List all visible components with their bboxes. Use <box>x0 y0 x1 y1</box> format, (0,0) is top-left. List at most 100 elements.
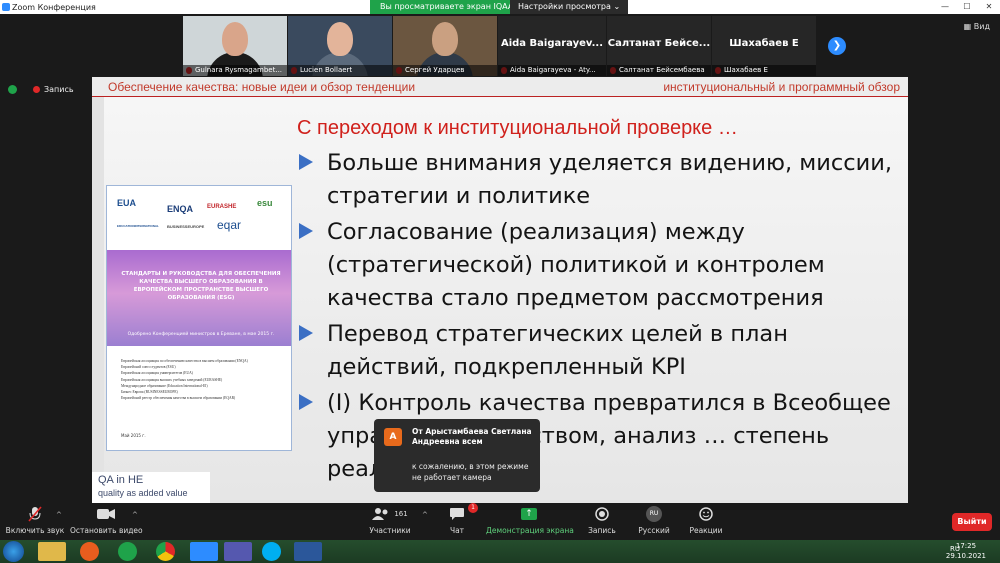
participants-button[interactable]: 161 Участники <box>362 505 418 535</box>
view-options-label: Настройки просмотра <box>518 2 611 11</box>
leave-button[interactable]: Выйти <box>952 513 992 531</box>
slide-title: С переходом к институциональной проверке… <box>297 117 738 139</box>
document-title: СТАНДАРТЫ И РУКОВОДСТВА ДЛЯ ОБЕСПЕЧЕНИЯ … <box>121 271 281 301</box>
grid-icon: ▦ <box>963 22 972 31</box>
explorer-icon[interactable] <box>38 542 66 561</box>
participant-name: Салтанат Бейсембаева <box>607 65 711 76</box>
recording-dot-icon <box>33 86 40 93</box>
logo-eurashe: EURASHE <box>207 204 237 210</box>
bullet-arrow-icon <box>299 223 313 239</box>
slide-bullet-text: Согласование (реализация) между (стратег… <box>327 219 825 311</box>
recording-indicator: Запись <box>8 85 74 94</box>
record-label: Запись <box>588 526 616 535</box>
logo-businesseurope: BUSINESSEUROPE <box>167 224 205 229</box>
participant-name: Gulnara Rysmagambet... <box>183 65 287 76</box>
slide-bullet: Больше внимания уделяется видению, мисси… <box>297 147 897 213</box>
unmute-label: Включить звук <box>5 526 65 535</box>
clock-time: 17:25 <box>955 542 977 550</box>
participants-count: 161 <box>394 510 408 518</box>
participant-face <box>222 22 248 56</box>
share-screen-label: Демонстрация экрана <box>486 526 574 535</box>
view-button[interactable]: ▦ Вид <box>964 22 990 31</box>
maximize-icon[interactable]: ☐ <box>956 0 978 14</box>
participant-display-name: Aida Baigarayev... <box>500 38 604 49</box>
share-screen-icon: ↑ <box>486 505 572 523</box>
zoom-app-icon <box>2 3 10 11</box>
share-screen-button[interactable]: ↑ Демонстрация экрана <box>486 505 574 535</box>
windows-taskbar: RU 17:25 29.10.2021 <box>0 540 1000 563</box>
qa-caption-line1: QA in HE <box>98 474 144 486</box>
chat-sender: От Арыстамбаева Светлана Андреевна всем <box>412 427 532 446</box>
chevron-up-icon[interactable]: ^ <box>56 511 62 519</box>
partner-logos: EUA ENQA EURASHE esu EDUCATIONINTERNATIO… <box>117 194 287 240</box>
chevron-down-icon: ⌄ <box>613 2 621 11</box>
participant-display-name: Салтанат Бейсе... <box>607 38 711 49</box>
reactions-button[interactable]: Реакции <box>688 505 724 535</box>
whatsapp-icon[interactable] <box>118 542 137 561</box>
word-icon[interactable] <box>294 542 322 561</box>
participant-display-name: Шахабаев Е <box>729 38 799 49</box>
participant-name: Lucien Bollaert <box>288 65 392 76</box>
language-label: Русский <box>638 526 670 535</box>
share-banner: Вы просматриваете экран IQAA <box>370 0 524 14</box>
chevron-up-icon[interactable]: ^ <box>132 511 138 519</box>
firefox-icon[interactable] <box>80 542 99 561</box>
teams-icon[interactable] <box>224 542 252 561</box>
skype-icon[interactable] <box>262 542 281 561</box>
interpretation-button[interactable]: RU Русский <box>636 505 672 535</box>
qa-caption: QA in HE quality as added value <box>92 472 210 503</box>
logo-eqar: eqar <box>217 218 242 232</box>
view-options-button[interactable]: Настройки просмотра ⌄ <box>510 0 629 14</box>
reactions-label: Реакции <box>689 526 723 535</box>
participant-tile[interactable]: Gulnara Rysmagambet... <box>183 16 287 76</box>
chat-notification[interactable]: А От Арыстамбаева Светлана Андреевна все… <box>374 419 540 492</box>
meeting-toolbar: Включить звук ^ Остановить видео ^ 161 У… <box>0 503 1000 540</box>
start-button[interactable] <box>3 541 24 562</box>
chat-button[interactable]: 1 Чат <box>442 503 478 535</box>
participant-tile[interactable]: Сергей Ударцев <box>393 16 497 76</box>
stop-video-button[interactable]: Остановить видео <box>70 505 143 535</box>
minimize-icon[interactable]: — <box>934 0 956 14</box>
system-clock[interactable]: 17:25 29.10.2021 <box>946 541 986 561</box>
participant-tile[interactable]: Салтанат Бейсе... Салтанат Бейсембаева <box>607 16 711 76</box>
slide-bullet-text: Больше внимания уделяется видению, мисси… <box>327 150 893 209</box>
chrome-icon[interactable] <box>156 542 175 561</box>
document-subtitle: Одобрено Конференцией министров в Ереван… <box>127 332 275 337</box>
chevron-up-icon[interactable]: ^ <box>422 511 428 519</box>
chat-icon: 1 <box>442 503 478 523</box>
participant-tile[interactable]: Aida Baigarayev... Aida Baigarayeva - At… <box>498 16 606 76</box>
slide-bullet: Перевод стратегических целей в план дейс… <box>297 318 897 384</box>
logo-esu: esu <box>257 198 273 208</box>
participant-tile[interactable]: Шахабаев Е Шахабаев Е <box>712 16 816 76</box>
record-button[interactable]: Запись <box>585 505 619 535</box>
participant-name: Сергей Ударцев <box>393 65 497 76</box>
chat-badge: 1 <box>468 503 478 513</box>
logo-ei: EDUCATIONINTERNATIONAL <box>117 224 159 228</box>
next-page-icon[interactable]: ❯ <box>828 37 846 55</box>
participant-name: Шахабаев Е <box>712 65 816 76</box>
chat-message: к сожалению, в этом режиме не работает к… <box>412 462 529 482</box>
language-globe-icon: RU <box>636 505 672 523</box>
document-org-list: Европейская ассоциация по обеспечению ка… <box>121 358 281 401</box>
participant-face <box>432 22 458 56</box>
participant-name: Aida Baigarayeva - Aty... <box>498 65 606 76</box>
logo-enqa: ENQA <box>167 204 194 214</box>
window-title: Zoom Конференция <box>12 2 96 12</box>
security-shield-icon <box>8 85 17 94</box>
slide-bullet-text: Перевод стратегических целей в план дейс… <box>327 321 788 380</box>
chat-label: Чат <box>449 526 465 535</box>
bullet-arrow-icon <box>299 325 313 341</box>
close-icon[interactable]: ✕ <box>978 0 1000 14</box>
participant-face <box>327 22 353 56</box>
participant-tile[interactable]: Lucien Bollaert <box>288 16 392 76</box>
document-org-line: Европейский реестр обеспечения качества … <box>121 396 236 401</box>
recording-label: Запись <box>44 85 74 94</box>
bullet-arrow-icon <box>299 154 313 170</box>
record-icon <box>585 505 619 523</box>
slide-bullet: Согласование (реализация) между (стратег… <box>297 216 897 315</box>
video-strip: Gulnara Rysmagambet... Lucien Bollaert С… <box>0 14 1000 77</box>
unmute-button[interactable]: Включить звук <box>4 505 66 535</box>
smiley-plus-icon <box>688 505 724 523</box>
view-button-label: Вид <box>973 22 990 31</box>
zoom-icon[interactable] <box>190 542 218 561</box>
